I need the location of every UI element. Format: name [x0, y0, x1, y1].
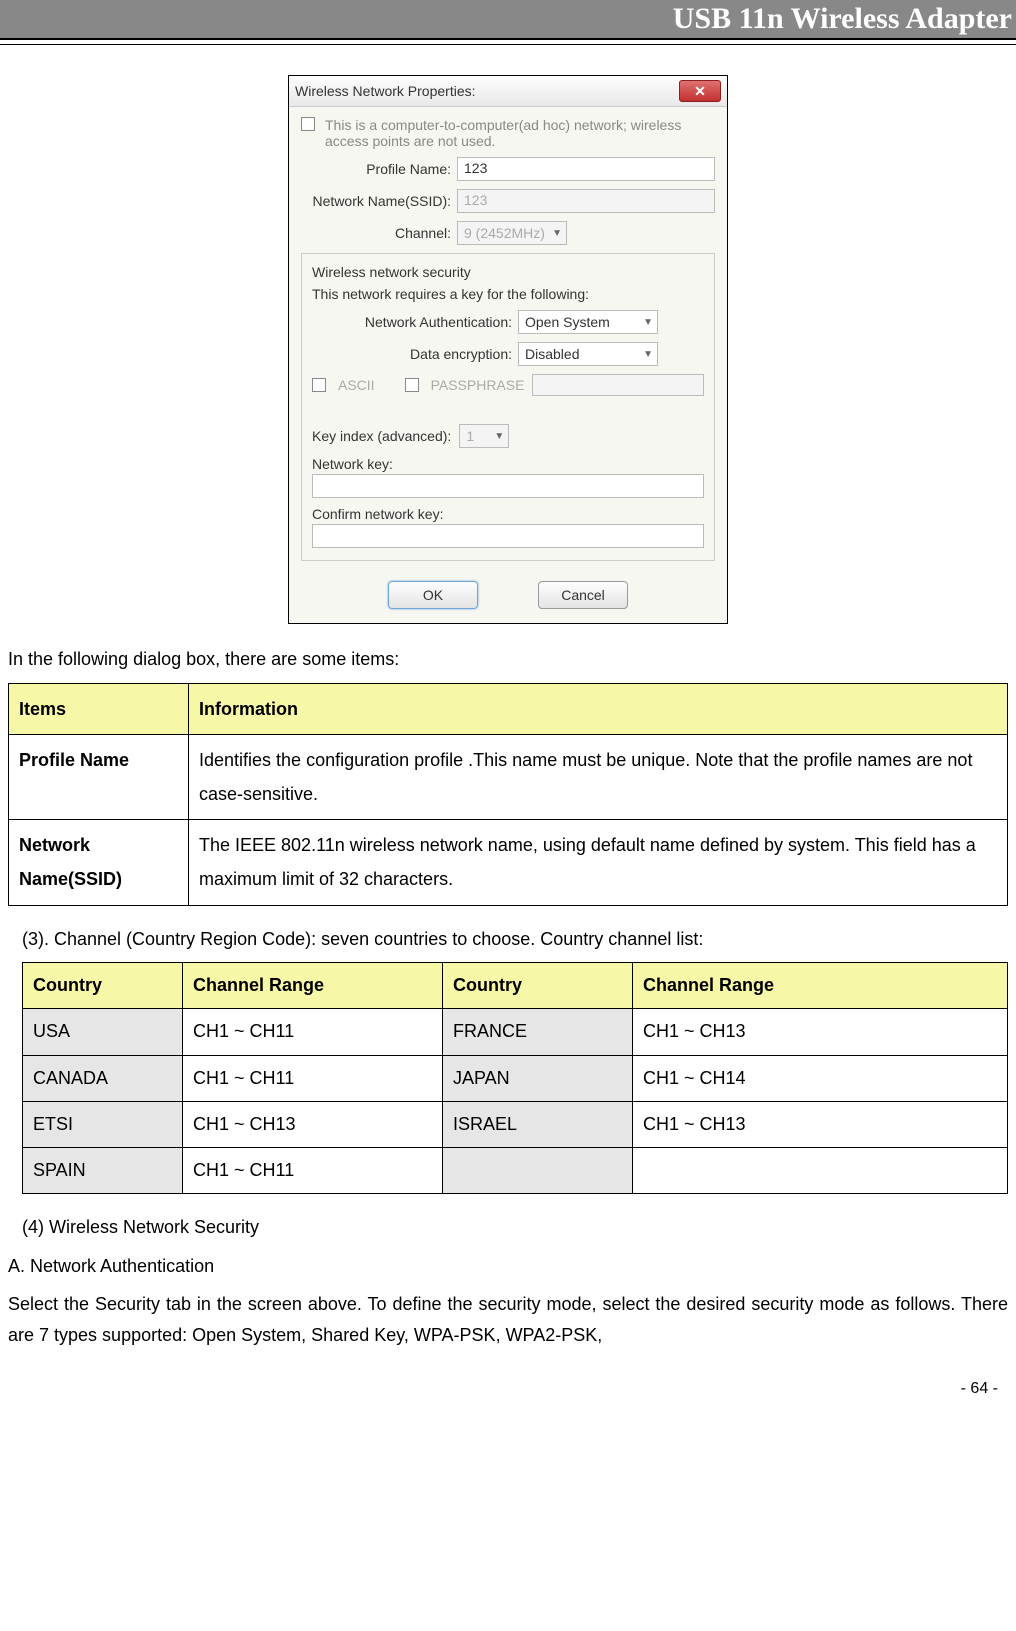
country-cell	[443, 1147, 633, 1193]
items-header-info: Information	[189, 683, 1008, 734]
item-name: Network Name(SSID)	[9, 820, 189, 905]
header-rule	[0, 44, 1016, 45]
auth-select[interactable]: Open System ▼	[518, 310, 658, 334]
passphrase-input[interactable]	[532, 374, 704, 396]
country-cell: CANADA	[23, 1055, 183, 1101]
adhoc-checkbox[interactable]	[301, 117, 315, 131]
intro-text: In the following dialog box, there are s…	[8, 644, 1008, 675]
range-cell	[633, 1147, 1008, 1193]
chevron-down-icon: ▼	[552, 228, 562, 239]
wireless-properties-dialog: Wireless Network Properties: ✕ This is a…	[288, 75, 728, 624]
profile-name-label: Profile Name:	[301, 161, 451, 177]
range-cell: CH1 ~ CH11	[183, 1147, 443, 1193]
range-cell: CH1 ~ CH13	[183, 1101, 443, 1147]
ok-button[interactable]: OK	[388, 581, 478, 609]
header-title: USB 11n Wireless Adapter	[0, 0, 1016, 40]
page-number: - 64 -	[8, 1380, 1008, 1398]
item-name: Profile Name	[9, 734, 189, 819]
cancel-button[interactable]: Cancel	[538, 581, 628, 609]
chevron-down-icon: ▼	[643, 317, 653, 328]
country-table: Country Channel Range Country Channel Ra…	[22, 962, 1008, 1194]
range-cell: CH1 ~ CH13	[633, 1101, 1008, 1147]
items-table: Items Information Profile Name Identifie…	[8, 683, 1008, 906]
channel-select[interactable]: 9 (2452MHz) ▼	[457, 221, 567, 245]
profile-name-input[interactable]: 123	[457, 157, 715, 181]
security-heading: (4) Wireless Network Security	[8, 1212, 1008, 1243]
ascii-checkbox[interactable]	[312, 378, 326, 392]
range-header-1: Channel Range	[183, 963, 443, 1009]
auth-description: Select the Security tab in the screen ab…	[8, 1289, 1008, 1350]
channel-label: Channel:	[301, 225, 451, 241]
country-cell: ISRAEL	[443, 1101, 633, 1147]
range-cell: CH1 ~ CH13	[633, 1009, 1008, 1055]
table-row: ETSI CH1 ~ CH13 ISRAEL CH1 ~ CH13	[23, 1101, 1008, 1147]
keyindex-label: Key index (advanced):	[312, 428, 451, 444]
range-header-2: Channel Range	[633, 963, 1008, 1009]
ssid-label: Network Name(SSID):	[301, 193, 451, 209]
country-cell: ETSI	[23, 1101, 183, 1147]
country-header-1: Country	[23, 963, 183, 1009]
table-row: Network Name(SSID) The IEEE 802.11n wire…	[9, 820, 1008, 905]
country-cell: JAPAN	[443, 1055, 633, 1101]
encryption-value: Disabled	[525, 346, 579, 362]
confirm-key-label: Confirm network key:	[312, 506, 704, 522]
table-row: USA CH1 ~ CH11 FRANCE CH1 ~ CH13	[23, 1009, 1008, 1055]
dialog-screenshot: Wireless Network Properties: ✕ This is a…	[8, 75, 1008, 624]
chevron-down-icon: ▼	[494, 431, 504, 442]
auth-subheading: A. Network Authentication	[8, 1251, 1008, 1282]
security-desc: This network requires a key for the foll…	[312, 286, 704, 302]
auth-value: Open System	[525, 314, 610, 330]
channel-intro: (3). Channel (Country Region Code): seve…	[8, 924, 1008, 955]
encryption-label: Data encryption:	[312, 346, 512, 362]
country-header-2: Country	[443, 963, 633, 1009]
table-row: Profile Name Identifies the configuratio…	[9, 734, 1008, 819]
dialog-title: Wireless Network Properties:	[295, 83, 476, 99]
ascii-label: ASCII	[338, 377, 375, 393]
channel-value: 9 (2452MHz)	[464, 225, 545, 241]
confirm-key-input[interactable]	[312, 524, 704, 548]
chevron-down-icon: ▼	[643, 349, 653, 360]
adhoc-label: This is a computer-to-computer(ad hoc) n…	[325, 117, 715, 149]
range-cell: CH1 ~ CH11	[183, 1009, 443, 1055]
encryption-select[interactable]: Disabled ▼	[518, 342, 658, 366]
network-key-label: Network key:	[312, 456, 704, 472]
close-icon[interactable]: ✕	[679, 80, 721, 102]
security-fieldset: Wireless network security This network r…	[301, 253, 715, 561]
range-cell: CH1 ~ CH11	[183, 1055, 443, 1101]
network-key-input[interactable]	[312, 474, 704, 498]
ssid-input[interactable]: 123	[457, 189, 715, 213]
passphrase-checkbox[interactable]	[405, 378, 419, 392]
range-cell: CH1 ~ CH14	[633, 1055, 1008, 1101]
passphrase-label: PASSPHRASE	[431, 377, 525, 393]
item-info: The IEEE 802.11n wireless network name, …	[189, 820, 1008, 905]
table-row: SPAIN CH1 ~ CH11	[23, 1147, 1008, 1193]
keyindex-value: 1	[466, 428, 474, 444]
items-header-items: Items	[9, 683, 189, 734]
table-row: CANADA CH1 ~ CH11 JAPAN CH1 ~ CH14	[23, 1055, 1008, 1101]
country-cell: SPAIN	[23, 1147, 183, 1193]
country-cell: USA	[23, 1009, 183, 1055]
auth-label: Network Authentication:	[312, 314, 512, 330]
security-legend: Wireless network security	[308, 264, 475, 280]
item-info: Identifies the configuration profile .Th…	[189, 734, 1008, 819]
country-cell: FRANCE	[443, 1009, 633, 1055]
keyindex-select[interactable]: 1 ▼	[459, 424, 509, 448]
